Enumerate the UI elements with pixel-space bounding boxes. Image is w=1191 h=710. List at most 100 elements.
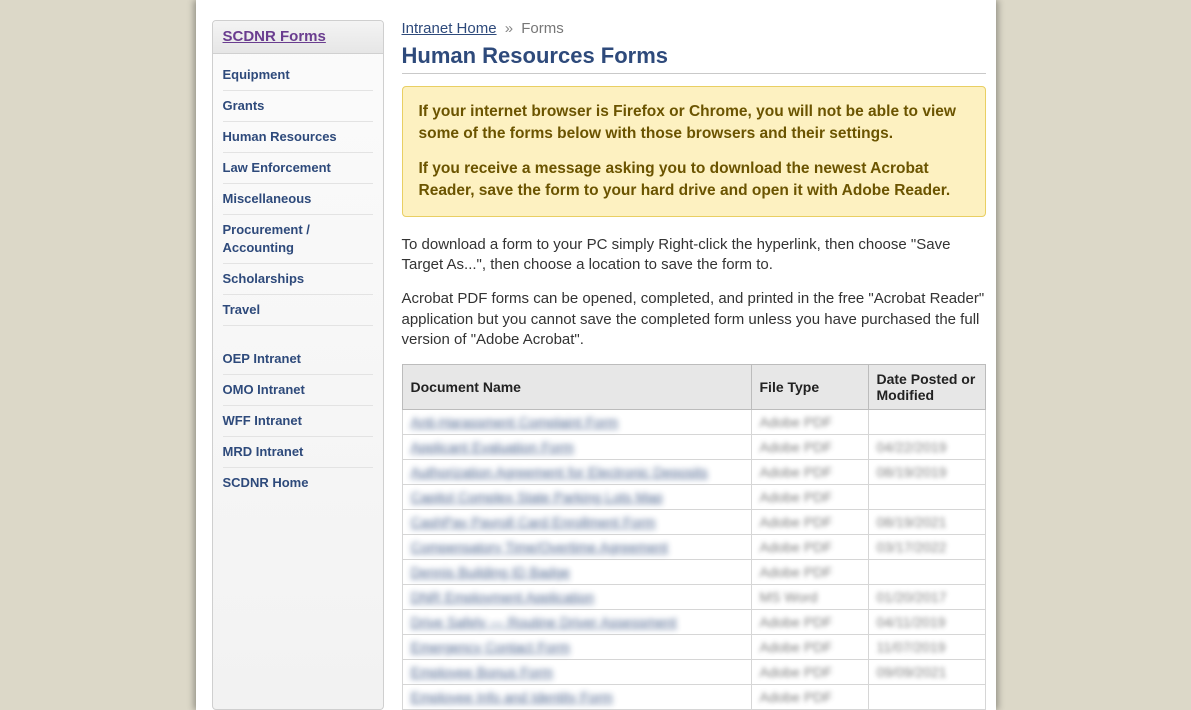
sidebar-link[interactable]: MRD Intranet [223, 444, 304, 459]
table-row: Emergency Contact FormAdobe PDF11/07/201… [402, 635, 985, 660]
intro-paragraph-2: Acrobat PDF forms can be opened, complet… [402, 289, 986, 350]
sidebar-gap [223, 326, 373, 340]
form-link[interactable]: Compensatory Time/Overtime Agreement [411, 539, 669, 555]
cell-date [868, 560, 985, 585]
cell-document-name: Employee Info and Identity Form [402, 685, 751, 710]
table-row: Authorization Agreement for Electronic D… [402, 460, 985, 485]
main-content: Intranet Home » Forms Human Resources Fo… [384, 12, 996, 710]
forms-table-head: Document Name File Type Date Posted or M… [402, 365, 985, 410]
col-header-name: Document Name [402, 365, 751, 410]
sidebar-item: Grants [223, 91, 373, 122]
col-header-date: Date Posted or Modified [868, 365, 985, 410]
form-link[interactable]: Employee Bonus Form [411, 664, 553, 680]
sidebar-item: WFF Intranet [223, 406, 373, 437]
cell-document-name: Applicant Evaluation Form [402, 435, 751, 460]
form-link[interactable]: DNR Employment Application [411, 589, 595, 605]
sidebar-link[interactable]: Law Enforcement [223, 160, 331, 175]
table-row: Drive Safely — Routine Driver Assessment… [402, 610, 985, 635]
sidebar-item: SCDNR Home [223, 468, 373, 498]
cell-document-name: Authorization Agreement for Electronic D… [402, 460, 751, 485]
sidebar-link[interactable]: Scholarships [223, 271, 305, 286]
cell-date [868, 410, 985, 435]
table-row: Dennis Building ID Badge Adobe PDF [402, 560, 985, 585]
sidebar-link[interactable]: Human Resources [223, 129, 337, 144]
form-link[interactable]: Applicant Evaluation Form [411, 439, 574, 455]
cell-file-type: Adobe PDF [751, 560, 868, 585]
cell-date [868, 485, 985, 510]
cell-file-type: Adobe PDF [751, 485, 868, 510]
sidebar-item: OMO Intranet [223, 375, 373, 406]
sidebar-item: MRD Intranet [223, 437, 373, 468]
sidebar-title-link[interactable]: SCDNR Forms [223, 28, 326, 45]
breadcrumb-separator: » [505, 20, 513, 37]
cell-file-type: Adobe PDF [751, 535, 868, 560]
sidebar-link[interactable]: OMO Intranet [223, 382, 305, 397]
sidebar-item: Procurement / Accounting [223, 215, 373, 264]
sidebar-link[interactable]: Travel [223, 302, 261, 317]
form-link[interactable]: Emergency Contact Form [411, 639, 571, 655]
cell-file-type: Adobe PDF [751, 435, 868, 460]
sidebar-item: Equipment [223, 60, 373, 91]
cell-document-name: Capitol Complex State Parking Lots Map [402, 485, 751, 510]
table-row: Compensatory Time/Overtime Agreement Adob… [402, 535, 985, 560]
forms-table-body: Anti-Harassment Complaint FormAdobe PDFA… [402, 410, 985, 710]
sidebar-item: Scholarships [223, 264, 373, 295]
cell-date: 11/07/2019 [868, 635, 985, 660]
cell-date: 04/11/2019 [868, 610, 985, 635]
cell-date: 03/17/2022 [868, 535, 985, 560]
cell-file-type: Adobe PDF [751, 610, 868, 635]
forms-table: Document Name File Type Date Posted or M… [402, 364, 986, 710]
cell-file-type: Adobe PDF [751, 510, 868, 535]
page-title: Human Resources Forms [402, 43, 986, 74]
cell-document-name: Drive Safely — Routine Driver Assessment [402, 610, 751, 635]
table-row: Applicant Evaluation Form Adobe PDF04/22/… [402, 435, 985, 460]
cell-document-name: Employee Bonus Form [402, 660, 751, 685]
sidebar-item: Miscellaneous [223, 184, 373, 215]
cell-date: 08/19/2019 [868, 460, 985, 485]
col-header-type: File Type [751, 365, 868, 410]
form-link[interactable]: Drive Safely — Routine Driver Assessment [411, 614, 677, 630]
cell-document-name: DNR Employment Application [402, 585, 751, 610]
sidebar-link[interactable]: WFF Intranet [223, 413, 302, 428]
browser-warning-box: If your internet browser is Firefox or C… [402, 86, 986, 217]
table-row: Employee Bonus Form Adobe PDF09/09/2021 [402, 660, 985, 685]
cell-document-name: Emergency Contact Form [402, 635, 751, 660]
breadcrumb-current: Forms [521, 20, 564, 37]
breadcrumb-home-link[interactable]: Intranet Home [402, 20, 497, 37]
sidebar-link[interactable]: SCDNR Home [223, 475, 309, 490]
breadcrumb: Intranet Home » Forms [402, 20, 986, 37]
table-row: CashPay Payroll Card Enrollment Form Adob… [402, 510, 985, 535]
page-container: SCDNR Forms Equipment Grants Human Resourc… [196, 0, 996, 710]
form-link[interactable]: Employee Info and Identity Form [411, 689, 613, 705]
form-link[interactable]: Dennis Building ID Badge [411, 564, 571, 580]
warning-paragraph-2: If you receive a message asking you to d… [419, 158, 969, 201]
cell-document-name: Anti-Harassment Complaint Form [402, 410, 751, 435]
warning-paragraph-1: If your internet browser is Firefox or C… [419, 101, 969, 144]
table-row: Capitol Complex State Parking Lots Map Ad… [402, 485, 985, 510]
table-row: DNR Employment ApplicationMS Word01/20/2… [402, 585, 985, 610]
sidebar-link[interactable]: Miscellaneous [223, 191, 312, 206]
table-row: Anti-Harassment Complaint Form Adobe PDF [402, 410, 985, 435]
form-link[interactable]: Anti-Harassment Complaint Form [411, 414, 619, 430]
form-link[interactable]: CashPay Payroll Card Enrollment Form [411, 514, 656, 530]
cell-file-type: MS Word [751, 585, 868, 610]
cell-file-type: Adobe PDF [751, 410, 868, 435]
sidebar-link[interactable]: OEP Intranet [223, 351, 302, 366]
sidebar-link[interactable]: Procurement / Accounting [223, 222, 310, 255]
cell-date [868, 685, 985, 710]
sidebar-link[interactable]: Equipment [223, 67, 290, 82]
cell-document-name: Dennis Building ID Badge [402, 560, 751, 585]
sidebar-item: Human Resources [223, 122, 373, 153]
sidebar-item: OEP Intranet [223, 344, 373, 375]
sidebar-item: Travel [223, 295, 373, 326]
layout-row: SCDNR Forms Equipment Grants Human Resourc… [196, 0, 996, 710]
cell-file-type: Adobe PDF [751, 460, 868, 485]
sidebar-item: Law Enforcement [223, 153, 373, 184]
cell-file-type: Adobe PDF [751, 685, 868, 710]
form-link[interactable]: Capitol Complex State Parking Lots Map [411, 489, 663, 505]
sidebar-link[interactable]: Grants [223, 98, 265, 113]
cell-file-type: Adobe PDF [751, 660, 868, 685]
cell-date: 04/22/2019 [868, 435, 985, 460]
form-link[interactable]: Authorization Agreement for Electronic D… [411, 464, 708, 480]
cell-date: 09/09/2021 [868, 660, 985, 685]
